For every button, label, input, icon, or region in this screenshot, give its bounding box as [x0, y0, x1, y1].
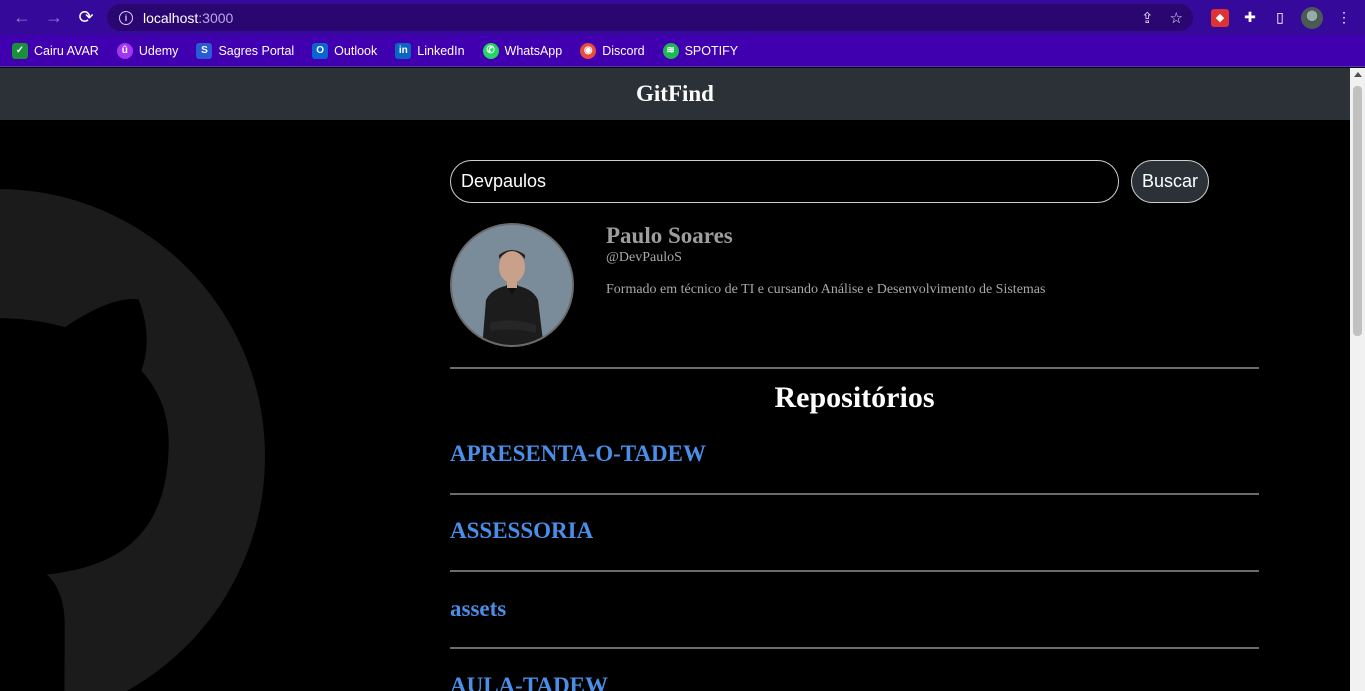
profile-name: Paulo Soares: [606, 223, 733, 248]
bookmark-label: Outlook: [334, 43, 378, 58]
discord-icon: ◉: [580, 42, 597, 59]
share-icon[interactable]: ⇪: [1141, 9, 1154, 27]
repo-link[interactable]: assets: [450, 596, 506, 622]
browser-toolbar: ← → ⟳ i localhost:3000 ⇪ ☆ ◆ ✚ ▯ ⋮: [0, 0, 1365, 35]
search-button[interactable]: Buscar: [1131, 160, 1209, 203]
url-port: :3000: [198, 9, 234, 26]
extensions-puzzle-icon[interactable]: ✚: [1241, 9, 1259, 27]
profile-avatar: [450, 223, 574, 347]
page-scrollbar[interactable]: [1350, 68, 1365, 691]
back-arrow-icon[interactable]: ←: [6, 0, 38, 35]
udemy-icon: û: [116, 42, 133, 59]
bookmark-item[interactable]: ✓ Cairu AVAR: [12, 42, 99, 59]
bookmark-label: Udemy: [138, 43, 179, 58]
forward-arrow-icon[interactable]: →: [38, 0, 70, 35]
app-header: GitFind: [0, 68, 1350, 120]
divider: [450, 570, 1259, 572]
repo-link[interactable]: AULA-TADEW: [450, 673, 608, 691]
profile-avatar-icon[interactable]: [1301, 6, 1323, 29]
repo-link[interactable]: APRESENTA-O-TADEW: [450, 441, 706, 467]
profile-photo-image: [452, 225, 572, 345]
bookmark-item[interactable]: in LinkedIn: [395, 42, 465, 59]
bookmark-label: WhatsApp: [504, 43, 563, 58]
spotify-icon: ≋: [662, 42, 679, 59]
bookmark-label: Sagres Portal: [218, 43, 295, 58]
github-octocat-background-icon: [0, 189, 265, 691]
bookmark-item[interactable]: ≋ SPOTIFY: [662, 42, 739, 59]
bookmark-item[interactable]: O Outlook: [312, 42, 378, 59]
profile-handle: @DevPauloS: [606, 250, 682, 265]
site-info-icon[interactable]: i: [119, 10, 133, 25]
scroll-up-arrow-icon[interactable]: [1354, 72, 1362, 77]
outlook-icon: O: [312, 42, 329, 59]
address-bar[interactable]: i localhost:3000 ⇪ ☆: [107, 4, 1193, 31]
bookmark-item[interactable]: û Udemy: [116, 42, 179, 59]
extension-icon[interactable]: ◆: [1211, 8, 1229, 27]
profile-bio: Formado em técnico de TI e cursando Anál…: [606, 282, 1046, 297]
scrollbar-thumb[interactable]: [1353, 86, 1362, 336]
app-title: GitFind: [636, 81, 714, 106]
bookmark-label: LinkedIn: [417, 43, 465, 58]
bookmark-label: Discord: [602, 43, 645, 58]
reload-icon[interactable]: ⟳: [70, 0, 102, 35]
repositories-heading: Repositórios: [774, 381, 935, 414]
bookmark-item[interactable]: S Sagres Portal: [196, 42, 295, 59]
repo-link[interactable]: ASSESSORIA: [450, 518, 593, 544]
linkedin-icon: in: [395, 42, 412, 59]
bookmark-item[interactable]: ◉ Discord: [580, 42, 645, 59]
bookmark-label: Cairu AVAR: [34, 43, 99, 58]
page-content: GitFind Buscar Paulo Soares @DevPauloS F…: [0, 68, 1350, 691]
cairu-icon: ✓: [12, 42, 28, 59]
menu-kebab-icon[interactable]: ⋮: [1335, 9, 1353, 27]
divider: [450, 367, 1259, 369]
bookmark-item[interactable]: ✆ WhatsApp: [482, 42, 563, 59]
bookmark-label: SPOTIFY: [684, 43, 739, 58]
divider: [450, 647, 1259, 649]
bookmarks-bar: ✓ Cairu AVAR û Udemy S Sagres Portal O Outlook i…: [0, 35, 1365, 67]
search-input[interactable]: [450, 160, 1119, 203]
divider: [450, 493, 1259, 495]
sagres-icon: S: [196, 42, 213, 59]
whatsapp-icon: ✆: [482, 42, 499, 59]
bookmark-star-icon[interactable]: ☆: [1170, 9, 1183, 27]
side-panel-icon[interactable]: ▯: [1271, 9, 1289, 27]
url-host: localhost: [143, 9, 199, 26]
